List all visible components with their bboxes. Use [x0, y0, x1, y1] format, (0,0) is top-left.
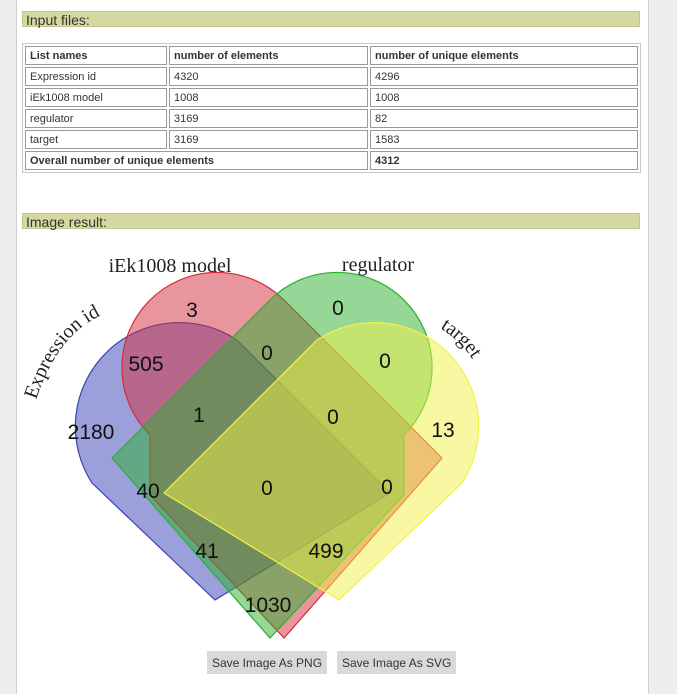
element-count-cell: 3169 — [169, 109, 368, 128]
unique-count-cell: 4296 — [370, 67, 638, 86]
table-row: regulator 3169 82 — [25, 109, 638, 128]
region-expression-iek: 505 — [128, 353, 163, 376]
total-label-cell: Overall number of unique elements — [25, 151, 368, 170]
list-name-cell: iEk1008 model — [25, 88, 167, 107]
table-row: Expression id 4320 4296 — [25, 67, 638, 86]
region-expression-iek-target: 499 — [308, 540, 343, 563]
element-count-cell: 3169 — [169, 130, 368, 149]
region-regulator-target: 0 — [379, 350, 391, 373]
table-row: target 3169 1583 — [25, 130, 638, 149]
input-files-table: List names number of elements number of … — [22, 43, 641, 173]
total-value-cell: 4312 — [370, 151, 638, 170]
save-svg-button[interactable]: Save Image As SVG — [337, 651, 457, 674]
region-regulator-only: 0 — [332, 297, 344, 320]
header-number-of-unique-elements: number of unique elements — [370, 46, 638, 65]
table-total-row: Overall number of unique elements 4312 — [25, 151, 638, 170]
region-expression-target: 1030 — [245, 594, 292, 617]
table-row: iEk1008 model 1008 1008 — [25, 88, 638, 107]
region-iek-target: 0 — [381, 476, 393, 499]
list-name-cell: regulator — [25, 109, 167, 128]
venn-svg: Expression id iEk1008 model regulator ta… — [20, 254, 487, 639]
save-png-button[interactable]: Save Image As PNG — [207, 651, 328, 674]
unique-count-cell: 82 — [370, 109, 638, 128]
region-expression-regulator: 40 — [136, 480, 159, 503]
element-count-cell: 4320 — [169, 67, 368, 86]
region-iek-only: 3 — [186, 299, 198, 322]
region-target-only: 13 — [431, 419, 454, 442]
header-number-of-elements: number of elements — [169, 46, 368, 65]
venn-diagram: Expression id iEk1008 model regulator ta… — [20, 240, 640, 645]
venn-shapes — [74, 271, 480, 639]
image-result-header: Image result: — [22, 213, 640, 230]
list-name-cell: target — [25, 130, 167, 149]
list-name-cell: Expression id — [25, 67, 167, 86]
input-files-header: Input files: — [22, 11, 640, 28]
set-label-regulator: regulator — [342, 254, 415, 276]
region-iek-regulator-target: 0 — [327, 406, 339, 429]
unique-count-cell: 1583 — [370, 130, 638, 149]
region-expression-regulator-target: 41 — [195, 540, 218, 563]
region-all-four: 0 — [261, 477, 273, 500]
unique-count-cell: 1008 — [370, 88, 638, 107]
set-label-iek1008-model: iEk1008 model — [109, 255, 232, 277]
region-expression-only: 2180 — [68, 421, 115, 444]
region-iek-regulator: 0 — [261, 342, 273, 365]
element-count-cell: 1008 — [169, 88, 368, 107]
table-header-row: List names number of elements number of … — [25, 46, 638, 65]
header-list-names: List names — [25, 46, 167, 65]
region-expression-iek-regulator: 1 — [193, 404, 205, 427]
